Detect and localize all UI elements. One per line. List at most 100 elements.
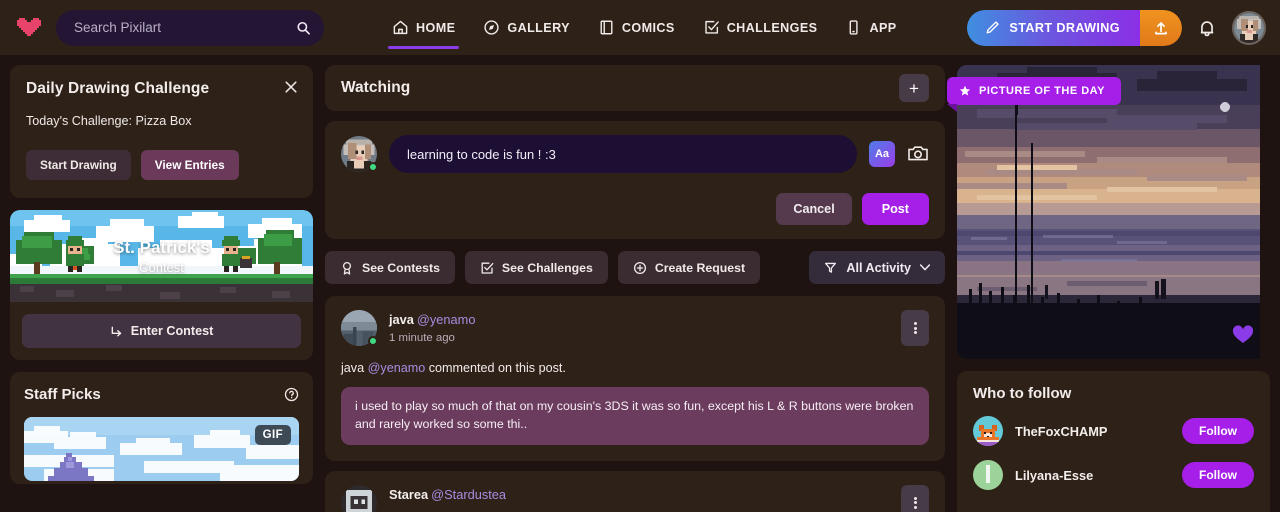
cancel-button[interactable]: Cancel xyxy=(776,193,852,225)
composer-avatar xyxy=(341,136,378,172)
search-input[interactable] xyxy=(56,9,324,46)
activity-filter-label: All Activity xyxy=(846,260,911,275)
post-menu-button[interactable] xyxy=(901,310,929,346)
daily-challenge-title: Daily Drawing Challenge xyxy=(26,80,210,97)
composer-row: Aa xyxy=(341,135,929,173)
picture-of-the-day-image[interactable] xyxy=(957,65,1270,359)
staff-pick-image[interactable]: GIF xyxy=(24,417,299,481)
award-icon xyxy=(340,261,354,275)
main-feed: Watching + learning to code is fun !:3 … xyxy=(325,65,945,512)
upload-icon xyxy=(1153,20,1169,36)
who-to-follow-title: Who to follow xyxy=(973,385,1072,402)
activity-filter-dropdown[interactable]: All Activity xyxy=(809,251,945,284)
add-watching-button[interactable]: + xyxy=(899,74,929,102)
picture-of-the-day-badge: PICTURE OF THE DAY xyxy=(947,77,1121,112)
home-icon xyxy=(392,19,409,36)
post-header: Starea @Stardustea xyxy=(341,484,929,512)
nav-item-comics[interactable]: COMICS xyxy=(598,0,675,55)
pixel-heart-logo-icon[interactable] xyxy=(14,14,44,42)
start-drawing-label: START DRAWING xyxy=(1009,20,1120,35)
follow-button[interactable]: Follow xyxy=(1182,462,1254,488)
top-navigation-bar: HOME GALLERY COMICS xyxy=(0,0,1280,55)
post-author-block: java @yenamo 1 minute ago xyxy=(389,310,475,344)
post-header: java @yenamo 1 minute ago xyxy=(341,310,929,346)
staff-picks-header: Staff Picks xyxy=(24,386,299,403)
start-drawing-main[interactable]: START DRAWING xyxy=(967,9,1140,46)
pixilart-app: HOME GALLERY COMICS xyxy=(0,0,1280,512)
plus-circle-icon xyxy=(633,261,647,275)
online-status-dot xyxy=(368,336,378,346)
nav-item-home[interactable]: HOME xyxy=(387,0,460,55)
letter-avatar[interactable] xyxy=(973,460,1003,490)
nav-items: HOME GALLERY COMICS CHALLENGES APP xyxy=(387,0,897,55)
text-format-button[interactable]: Aa xyxy=(869,141,895,167)
create-request-button[interactable]: Create Request xyxy=(617,251,761,284)
camera-icon[interactable] xyxy=(907,143,929,165)
contest-banner-image[interactable]: St. Patrick's Contest xyxy=(10,210,313,302)
nav-item-challenges[interactable]: CHALLENGES xyxy=(703,0,818,55)
composer-actions: Cancel Post xyxy=(341,193,929,225)
search-icon[interactable] xyxy=(296,20,311,35)
post-author-line: java @yenamo xyxy=(389,311,475,329)
pencil-icon xyxy=(985,20,1000,35)
left-sidebar: Daily Drawing Challenge Today's Challeng… xyxy=(10,65,313,512)
question-circle-icon[interactable] xyxy=(284,387,299,402)
post-author-handle[interactable]: @yenamo xyxy=(417,312,476,327)
daily-challenge-card: Daily Drawing Challenge Today's Challeng… xyxy=(10,65,313,198)
feed-post-java: java @yenamo 1 minute ago java @yenamo co… xyxy=(325,296,945,461)
star-icon xyxy=(959,85,971,97)
feed-post-starea: Starea @Stardustea xyxy=(325,470,945,512)
fox-avatar[interactable] xyxy=(973,416,1003,446)
start-drawing-challenge-button[interactable]: Start Drawing xyxy=(26,150,131,180)
post-author-name[interactable]: Starea xyxy=(389,487,428,502)
avatar xyxy=(341,484,377,512)
post-action-prefix: java xyxy=(341,361,365,375)
see-contests-label: See Contests xyxy=(362,260,440,275)
post-author-name[interactable]: java xyxy=(389,312,414,327)
post-button[interactable]: Post xyxy=(861,193,929,225)
daily-challenge-subtitle: Today's Challenge: Pizza Box xyxy=(26,114,192,128)
nav-item-gallery[interactable]: GALLERY xyxy=(483,0,570,55)
checkbox-icon xyxy=(480,261,494,275)
nav-label-gallery: GALLERY xyxy=(507,20,570,35)
post-avatar[interactable] xyxy=(341,484,377,512)
watching-header: Watching + xyxy=(325,65,945,111)
follow-button[interactable]: Follow xyxy=(1182,418,1254,444)
nav-label-app: APP xyxy=(869,20,897,35)
upload-button[interactable] xyxy=(1140,9,1182,46)
feed-toolbar: See Contests See Challenges Create Reque… xyxy=(325,251,945,284)
enter-contest-label: Enter Contest xyxy=(130,324,214,338)
post-text-input[interactable] xyxy=(389,135,857,173)
checkbox-icon xyxy=(703,19,720,36)
follow-user-name[interactable]: Lilyana-Esse xyxy=(1015,468,1093,483)
picture-of-the-day-label: PICTURE OF THE DAY xyxy=(979,85,1105,97)
compass-icon xyxy=(483,19,500,36)
see-contests-button[interactable]: See Contests xyxy=(325,251,455,284)
follow-user-name[interactable]: TheFoxCHAMP xyxy=(1015,424,1107,439)
notifications-bell-icon[interactable] xyxy=(1196,17,1218,39)
post-avatar[interactable] xyxy=(341,310,378,346)
gif-badge: GIF xyxy=(254,425,291,445)
nav-right-group: START DRAWING xyxy=(967,9,1266,46)
enter-contest-button[interactable]: Enter Contest xyxy=(22,314,301,348)
daily-challenge-buttons: Start Drawing View Entries xyxy=(26,150,297,180)
nav-label-challenges: CHALLENGES xyxy=(726,20,818,35)
post-author-handle[interactable]: @Stardustea xyxy=(431,487,506,502)
contest-card: St. Patrick's Contest Enter Contest xyxy=(10,210,313,360)
start-drawing-button[interactable]: START DRAWING xyxy=(967,9,1182,46)
chevron-down-icon xyxy=(920,264,930,271)
close-icon[interactable] xyxy=(284,80,298,94)
heart-icon[interactable] xyxy=(1232,325,1254,345)
user-avatar[interactable] xyxy=(1232,10,1266,45)
see-challenges-button[interactable]: See Challenges xyxy=(464,251,608,284)
post-action-handle[interactable]: @yenamo xyxy=(368,361,426,375)
view-entries-button[interactable]: View Entries xyxy=(140,150,239,180)
who-to-follow-card: Who to follow TheFoxCHAMP Follow Lilyana… xyxy=(957,371,1270,512)
staff-picks-card: Staff Picks GIF xyxy=(10,372,313,484)
page-body: Daily Drawing Challenge Today's Challeng… xyxy=(0,55,1280,512)
post-composer: Aa Cancel Post xyxy=(325,121,945,239)
post-author-block: Starea @Stardustea xyxy=(389,485,506,504)
nav-label-comics: COMICS xyxy=(621,20,675,35)
nav-item-app[interactable]: APP xyxy=(845,0,896,55)
post-menu-button[interactable] xyxy=(901,484,929,512)
